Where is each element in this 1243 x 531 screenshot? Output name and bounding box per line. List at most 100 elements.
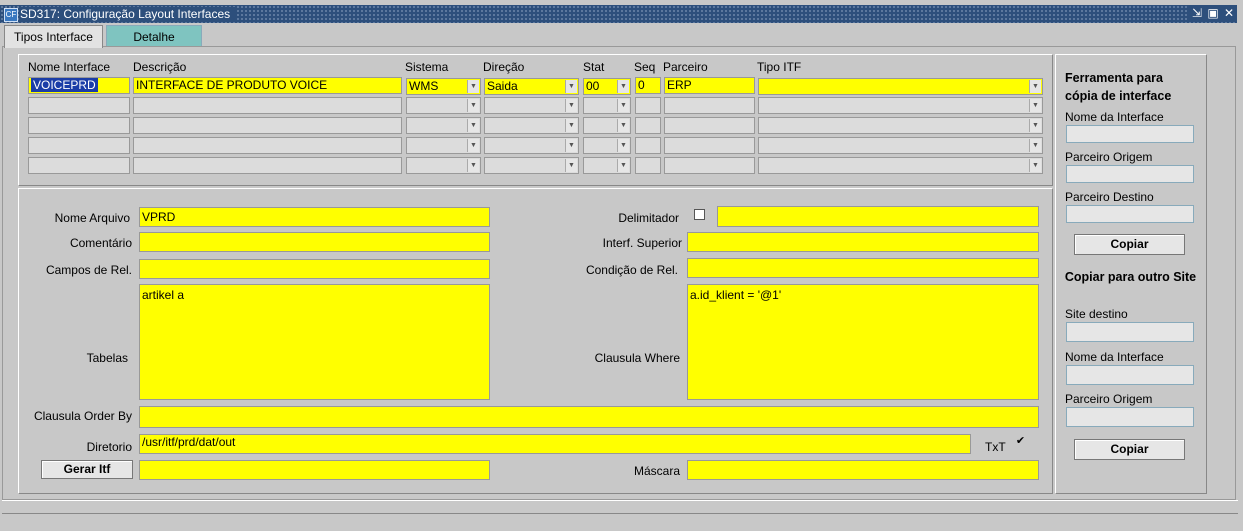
copiar-site-button[interactable]: Copiar bbox=[1074, 439, 1185, 460]
chevron-down-icon[interactable]: ▼ bbox=[1029, 119, 1041, 132]
row1-seq[interactable]: 0 bbox=[635, 77, 661, 94]
row1-stat-select[interactable]: 00 ▼ bbox=[583, 78, 631, 95]
row1-sistema-select[interactable]: WMS ▼ bbox=[406, 78, 481, 95]
row1-tipo-itf-select[interactable]: ▼ bbox=[758, 78, 1043, 95]
minimize-icon[interactable]: ⇲ bbox=[1191, 6, 1203, 20]
tab-tipos-interface[interactable]: Tipos Interface bbox=[4, 25, 103, 48]
row2-sistema-select[interactable]: ▼ bbox=[406, 97, 481, 114]
row5-tipo-itf-select[interactable]: ▼ bbox=[758, 157, 1043, 174]
row5-sistema-select[interactable]: ▼ bbox=[406, 157, 481, 174]
chevron-down-icon[interactable]: ▼ bbox=[1029, 159, 1041, 172]
chevron-down-icon[interactable]: ▼ bbox=[565, 119, 577, 132]
delimitador-input[interactable] bbox=[717, 206, 1039, 227]
chevron-down-icon[interactable]: ▼ bbox=[467, 99, 479, 112]
clausula-where-textarea[interactable]: a.id_klient = '@1' bbox=[687, 284, 1039, 400]
row2-descricao[interactable] bbox=[133, 97, 402, 114]
comentario-input[interactable] bbox=[139, 232, 490, 252]
row1-nome-interface[interactable]: VOICEPRD bbox=[28, 77, 130, 94]
row5-nome-interface[interactable] bbox=[28, 157, 130, 174]
side-origem-label: Parceiro Origem bbox=[1065, 150, 1153, 164]
row1-stat-value: 00 bbox=[586, 79, 600, 93]
row5-direcao-select[interactable]: ▼ bbox=[484, 157, 579, 174]
side-destino-input[interactable] bbox=[1066, 205, 1194, 223]
row5-stat-select[interactable]: ▼ bbox=[583, 157, 631, 174]
row4-descricao[interactable] bbox=[133, 137, 402, 154]
chevron-down-icon[interactable]: ▼ bbox=[467, 80, 479, 93]
row3-seq[interactable] bbox=[635, 117, 661, 134]
row3-sistema-select[interactable]: ▼ bbox=[406, 117, 481, 134]
row2-tipo-itf-select[interactable]: ▼ bbox=[758, 97, 1043, 114]
gerar-itf-button[interactable]: Gerar Itf bbox=[41, 460, 133, 479]
copiar-button[interactable]: Copiar bbox=[1074, 234, 1185, 255]
row1-direcao-select[interactable]: Saida ▼ bbox=[484, 78, 579, 95]
row1-descricao[interactable]: INTERFACE DE PRODUTO VOICE bbox=[133, 77, 402, 94]
mascara-input[interactable] bbox=[687, 460, 1039, 480]
row3-stat-select[interactable]: ▼ bbox=[583, 117, 631, 134]
row2-stat-select[interactable]: ▼ bbox=[583, 97, 631, 114]
row2-nome-interface[interactable] bbox=[28, 97, 130, 114]
order-by-input[interactable] bbox=[139, 406, 1039, 428]
side-nome2-input[interactable] bbox=[1066, 365, 1194, 385]
campos-rel-input[interactable] bbox=[139, 259, 490, 279]
diretorio-input[interactable]: /usr/itf/prd/dat/out bbox=[139, 434, 971, 454]
row2-parceiro[interactable] bbox=[664, 97, 755, 114]
close-icon[interactable]: ✕ bbox=[1223, 6, 1235, 20]
row4-seq[interactable] bbox=[635, 137, 661, 154]
tab-detalhe[interactable]: Detalhe bbox=[106, 25, 202, 48]
nome-arquivo-input[interactable]: VPRD bbox=[139, 207, 490, 227]
chevron-down-icon[interactable]: ▼ bbox=[1029, 139, 1041, 152]
mascara-label: Máscara bbox=[633, 464, 680, 478]
chevron-down-icon[interactable]: ▼ bbox=[1029, 99, 1041, 112]
row4-sistema-select[interactable]: ▼ bbox=[406, 137, 481, 154]
chevron-down-icon[interactable]: ▼ bbox=[565, 139, 577, 152]
col-header-sistema: Sistema bbox=[405, 60, 449, 74]
row5-parceiro[interactable] bbox=[664, 157, 755, 174]
gerar-itf-input[interactable] bbox=[139, 460, 490, 480]
site-destino-input[interactable] bbox=[1066, 322, 1194, 342]
row2-direcao-select[interactable]: ▼ bbox=[484, 97, 579, 114]
chevron-down-icon[interactable]: ▼ bbox=[1029, 80, 1041, 93]
interf-superior-input[interactable] bbox=[687, 232, 1039, 252]
chevron-down-icon[interactable]: ▼ bbox=[467, 139, 479, 152]
side-origem-input[interactable] bbox=[1066, 165, 1194, 183]
chevron-down-icon[interactable]: ▼ bbox=[617, 139, 629, 152]
chevron-down-icon[interactable]: ▼ bbox=[565, 80, 577, 93]
row5-seq[interactable] bbox=[635, 157, 661, 174]
row1-nome-value: VOICEPRD bbox=[31, 78, 98, 92]
row3-direcao-select[interactable]: ▼ bbox=[484, 117, 579, 134]
row4-stat-select[interactable]: ▼ bbox=[583, 137, 631, 154]
row4-nome-interface[interactable] bbox=[28, 137, 130, 154]
txt-label: TxT bbox=[985, 440, 1006, 454]
row3-tipo-itf-select[interactable]: ▼ bbox=[758, 117, 1043, 134]
row1-parceiro[interactable]: ERP bbox=[664, 77, 755, 94]
tabelas-textarea[interactable]: artikel a bbox=[139, 284, 490, 400]
row3-nome-interface[interactable] bbox=[28, 117, 130, 134]
window-title: SD317: Configuração Layout Interfaces bbox=[20, 7, 237, 21]
side-destino-label: Parceiro Destino bbox=[1065, 190, 1154, 204]
condicao-rel-input[interactable] bbox=[687, 258, 1039, 278]
row2-seq[interactable] bbox=[635, 97, 661, 114]
col-header-descricao: Descrição bbox=[133, 60, 187, 74]
chevron-down-icon[interactable]: ▼ bbox=[467, 159, 479, 172]
maximize-icon[interactable]: ▣ bbox=[1207, 6, 1219, 20]
row5-descricao[interactable] bbox=[133, 157, 402, 174]
chevron-down-icon[interactable]: ▼ bbox=[467, 119, 479, 132]
side-nome-input[interactable] bbox=[1066, 125, 1194, 143]
row4-tipo-itf-select[interactable]: ▼ bbox=[758, 137, 1043, 154]
chevron-down-icon[interactable]: ▼ bbox=[617, 80, 629, 93]
txt-checkbox[interactable]: ✔ bbox=[1015, 436, 1026, 448]
chevron-down-icon[interactable]: ▼ bbox=[565, 99, 577, 112]
chevron-down-icon[interactable]: ▼ bbox=[565, 159, 577, 172]
chevron-down-icon[interactable]: ▼ bbox=[617, 159, 629, 172]
row3-descricao[interactable] bbox=[133, 117, 402, 134]
condicao-rel-label: Condição de Rel. bbox=[585, 263, 678, 277]
row4-direcao-select[interactable]: ▼ bbox=[484, 137, 579, 154]
chevron-down-icon[interactable]: ▼ bbox=[617, 99, 629, 112]
delimitador-checkbox[interactable] bbox=[694, 209, 705, 220]
side-origem2-input[interactable] bbox=[1066, 407, 1194, 427]
row4-parceiro[interactable] bbox=[664, 137, 755, 154]
campos-rel-label: Campos de Rel. bbox=[45, 263, 132, 277]
row3-parceiro[interactable] bbox=[664, 117, 755, 134]
chevron-down-icon[interactable]: ▼ bbox=[617, 119, 629, 132]
diretorio-label: Diretorio bbox=[86, 440, 132, 454]
